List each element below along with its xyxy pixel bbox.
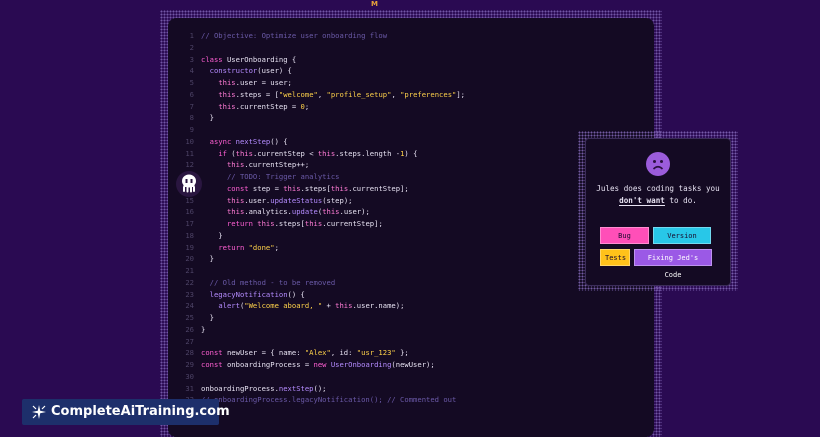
line-code: constructor(user) { (209, 66, 292, 76)
tag-bug-fixing[interactable]: Bug Fixing (600, 227, 649, 257)
line-code: const step = this.steps[this.currentStep… (226, 183, 409, 193)
sad-face-icon (646, 152, 670, 176)
line-code: } (201, 230, 223, 240)
line-code: const newUser = { name: "Alex", id: "usr… (201, 348, 409, 358)
line-number: 4 (189, 66, 194, 76)
line-number: 20 (185, 254, 194, 264)
line-number: 8 (189, 113, 194, 123)
line-code: legacyNotification() { (209, 289, 305, 299)
line-number: 11 (185, 148, 194, 158)
tag-fixing-jeds-code[interactable]: Fixing Jed's Code (634, 249, 712, 279)
code-line[interactable]: 2 (168, 42, 654, 54)
line-number: 17 (185, 219, 194, 228)
line-code: this.user.updateStatus(step); (226, 195, 353, 205)
line-number: 19 (185, 242, 194, 252)
code-line[interactable]: 4 constructor(user) { (168, 65, 654, 77)
line-code: class UserOnboarding { (201, 54, 297, 64)
line-code: // Objective: Optimize user onboarding f… (201, 31, 388, 40)
line-number: 22 (185, 277, 194, 287)
line-number: 3 (189, 54, 194, 64)
line-code: alert("Welcome aboard, " + this.user.nam… (218, 301, 405, 311)
brand-banner[interactable]: CompleteAiTraining.com (22, 399, 230, 425)
line-code: // Old method - to be removed (209, 277, 336, 287)
code-line[interactable]: 32// onboardingProcess.legacyNotificatio… (168, 394, 654, 406)
line-number: 6 (189, 89, 194, 99)
line-number: 1 (189, 31, 194, 40)
code-line[interactable]: 30 (168, 371, 654, 383)
code-line[interactable]: 31 onboardingProcess.nextStep(); (168, 383, 654, 395)
line-number: 23 (185, 289, 194, 299)
line-number: 10 (185, 136, 194, 146)
logo-icon (32, 405, 46, 419)
code-line[interactable]: 24 alert("Welcome aboard, " + this.user.… (168, 300, 654, 312)
code-line[interactable]: 8 } (168, 112, 654, 124)
line-code: } (201, 113, 214, 123)
message-emphasis: don't want (619, 196, 665, 206)
line-code: const onboardingProcess = new UserOnboar… (201, 360, 435, 369)
jules-info-card: Jules does coding tasks you don't want t… (585, 138, 731, 286)
line-number: 9 (189, 125, 194, 134)
line-code: this.currentStep++; (226, 160, 310, 170)
line-number: 7 (189, 101, 194, 111)
line-code: this.currentStep = 0; (218, 101, 310, 111)
line-number: 24 (185, 301, 194, 311)
code-line[interactable]: 29 const onboardingProcess = new UserOnbo… (168, 359, 654, 371)
line-code: return this.steps[this.currentStep]; (226, 219, 383, 228)
tag-tests[interactable]: Tests (600, 249, 630, 266)
line-code: this.user = user; (218, 78, 292, 87)
code-line[interactable]: 27 (168, 336, 654, 348)
line-code: // TODO: Trigger analytics (226, 172, 340, 181)
message-after: to do. (664, 196, 697, 205)
line-number: 2 (189, 42, 194, 52)
code-line[interactable]: 1 // Objective: Optimize user onboarding … (168, 30, 654, 42)
code-line[interactable]: 25 } (168, 312, 654, 324)
top-mark: M (371, 0, 378, 8)
line-code: if (this.currentStep < this.steps.length… (218, 148, 418, 158)
tag-version-bump[interactable]: Version Bump (653, 227, 711, 257)
line-code: async nextStep() { (209, 136, 288, 146)
line-code: this.analytics.update(this.user); (226, 207, 370, 217)
code-line[interactable]: 28 const newUser = { name: "Alex", id: "u… (168, 347, 654, 359)
line-number: 18 (185, 230, 194, 240)
line-code: } (201, 313, 214, 322)
line-number: 16 (185, 207, 194, 217)
message-before: Jules does coding tasks you (596, 184, 720, 193)
line-number: 29 (185, 360, 194, 369)
line-number: 31 (185, 383, 194, 393)
line-number: 25 (185, 313, 194, 322)
brand-text: CompleteAiTraining.com (51, 404, 230, 419)
line-number: 30 (185, 371, 194, 381)
line-code: } (201, 254, 214, 264)
line-code: return "done"; (218, 242, 279, 252)
line-number: 5 (189, 78, 194, 87)
line-number: 27 (185, 336, 194, 346)
line-number: 12 (185, 160, 194, 170)
card-message: Jules does coding tasks you don't want t… (592, 183, 724, 207)
line-code: // onboardingProcess.legacyNotification(… (201, 395, 457, 405)
line-code: } (201, 324, 206, 334)
line-code: this.steps = ["welcome", "profile_setup"… (218, 89, 466, 99)
line-number: 21 (185, 266, 194, 275)
line-number: 28 (185, 348, 194, 358)
code-line[interactable]: 5 this.user = user; (168, 77, 654, 89)
code-line[interactable]: 3 class UserOnboarding { (168, 54, 654, 66)
line-number: 26 (185, 324, 194, 334)
code-line[interactable]: 6 this.steps = ["welcome", "profile_setu… (168, 89, 654, 101)
octopus-mascot-icon (176, 171, 202, 197)
code-line[interactable]: 7 this.currentStep = 0; (168, 101, 654, 113)
code-line[interactable]: 26} (168, 324, 654, 336)
line-code: onboardingProcess.nextStep(); (201, 383, 327, 393)
